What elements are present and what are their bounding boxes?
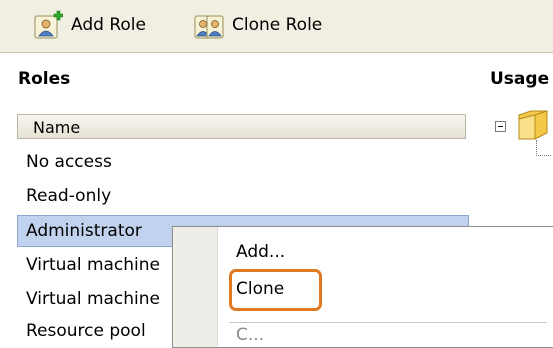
- context-menu-gutter: [173, 227, 218, 347]
- toolbar: Add Role Clone Role: [0, 0, 553, 53]
- usage-heading: Usage: [490, 69, 550, 89]
- role-item-no-access[interactable]: No access: [17, 146, 469, 178]
- roles-heading: Roles: [18, 69, 71, 89]
- tree-collapse-toggle[interactable]: [495, 121, 506, 132]
- clone-role-button[interactable]: Clone Role: [194, 8, 322, 42]
- add-role-icon: [34, 10, 63, 39]
- context-menu-next-item[interactable]: C...: [236, 325, 264, 345]
- context-menu-separator: [229, 322, 547, 323]
- name-column-header[interactable]: Name: [17, 114, 466, 139]
- clone-role-label: Clone Role: [232, 15, 323, 35]
- context-menu: Add... Clone C...: [172, 226, 553, 348]
- context-menu-add[interactable]: Add...: [236, 242, 285, 262]
- add-role-button[interactable]: Add Role: [33, 8, 146, 42]
- clone-role-icon: [194, 15, 224, 39]
- folder-icon[interactable]: [513, 109, 551, 141]
- clone-highlight-box: [229, 269, 322, 311]
- role-item-read-only[interactable]: Read-only: [17, 180, 469, 212]
- name-column-label: Name: [33, 118, 81, 137]
- tree-connector: [536, 140, 551, 156]
- add-role-label: Add Role: [71, 15, 146, 35]
